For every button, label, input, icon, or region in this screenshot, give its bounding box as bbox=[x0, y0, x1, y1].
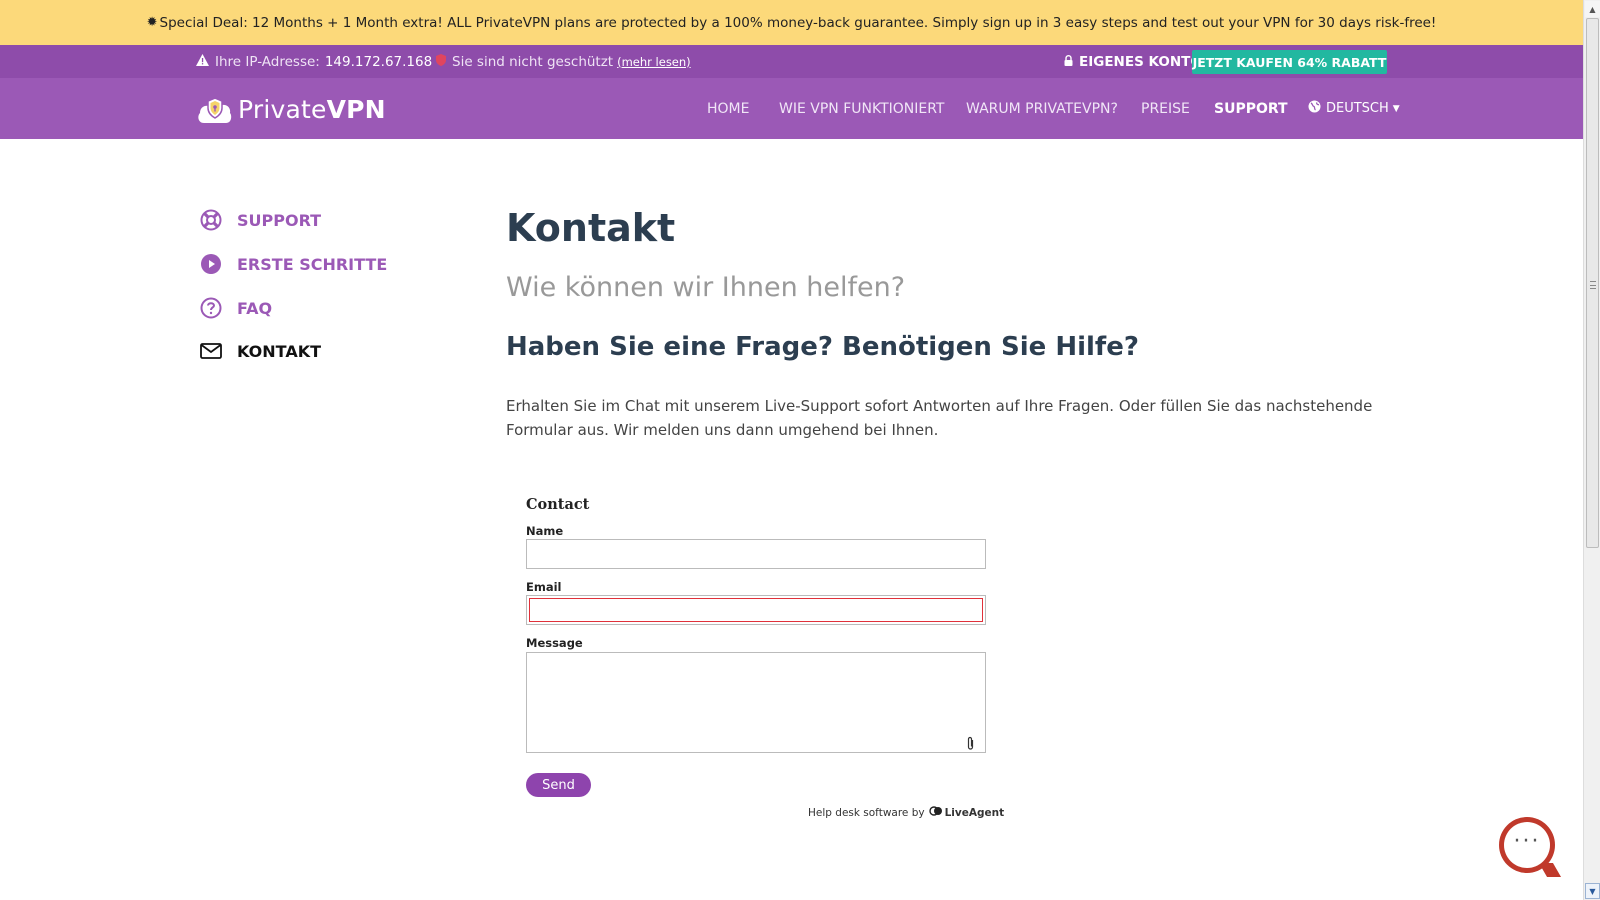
sidebar-item-erste-schritte[interactable]: ERSTE SCHRITTE bbox=[199, 251, 387, 277]
scroll-down-icon[interactable]: ▼ bbox=[1585, 883, 1600, 899]
protection-status: Sie sind nicht geschützt (mehr lesen) bbox=[436, 45, 691, 78]
brand-name-bold: VPN bbox=[326, 94, 386, 124]
vertical-scrollbar[interactable]: ▲ ▼ bbox=[1583, 0, 1600, 900]
sidebar-item-label: KONTAKT bbox=[237, 341, 322, 361]
live-chat-button[interactable]: ··· bbox=[1499, 817, 1562, 877]
ip-value: 149.172.67.168 bbox=[324, 53, 433, 70]
vpn-logo-icon bbox=[196, 93, 234, 125]
info-bar: Ihre IP-Adresse: 149.172.67.168 Sie sind… bbox=[0, 45, 1583, 78]
powered-brand: LiveAgent bbox=[944, 806, 1005, 819]
read-more-link[interactable]: (mehr lesen) bbox=[617, 55, 691, 69]
page-subtitle: Wie können wir Ihnen helfen? bbox=[506, 272, 906, 303]
warning-icon bbox=[196, 54, 209, 69]
promo-text: Special Deal: 12 Months + 1 Month extra!… bbox=[159, 14, 1437, 31]
nav-home[interactable]: HOME bbox=[707, 78, 749, 139]
form-title: Contact bbox=[526, 496, 590, 513]
chat-tail bbox=[1538, 863, 1562, 877]
sidebar-item-label: ERSTE SCHRITTE bbox=[237, 254, 388, 274]
promo-banner: ✹ Special Deal: 12 Months + 1 Month extr… bbox=[0, 0, 1583, 45]
intro-paragraph: Erhalten Sie im Chat mit unserem Live-Su… bbox=[506, 397, 1373, 439]
nav-why-privatevpn[interactable]: WARUM PRIVATEVPN? bbox=[966, 78, 1118, 139]
play-circle-icon bbox=[199, 252, 223, 276]
globe-icon bbox=[1308, 100, 1321, 117]
lifebuoy-icon bbox=[199, 208, 223, 232]
sidebar-item-label: SUPPORT bbox=[237, 210, 322, 230]
sidebar-item-support[interactable]: SUPPORT bbox=[199, 207, 321, 233]
send-button[interactable]: Send bbox=[526, 773, 591, 797]
nav-how-vpn-works[interactable]: WIE VPN FUNKTIONIERT bbox=[779, 78, 944, 139]
nav-pricing[interactable]: PREISE bbox=[1141, 78, 1190, 139]
email-error-outline bbox=[529, 598, 983, 622]
envelope-icon bbox=[199, 339, 223, 363]
ip-label: Ihre IP-Adresse: bbox=[215, 53, 320, 70]
language-label: DEUTSCH bbox=[1326, 101, 1389, 116]
liveagent-logo-icon bbox=[928, 806, 943, 819]
lock-icon bbox=[1064, 54, 1073, 69]
scroll-up-icon[interactable]: ▲ bbox=[1585, 1, 1600, 17]
message-textarea[interactable] bbox=[526, 652, 986, 753]
sidebar-item-kontakt[interactable]: KONTAKT bbox=[199, 338, 321, 364]
scrollbar-thumb[interactable] bbox=[1586, 18, 1599, 548]
language-selector[interactable]: DEUTSCH ▼ bbox=[1308, 78, 1400, 139]
star-burst-icon: ✹ bbox=[146, 15, 158, 30]
email-label: Email bbox=[526, 580, 562, 594]
powered-by[interactable]: Help desk software by LiveAgent bbox=[808, 806, 1004, 819]
ip-address-info: Ihre IP-Adresse: 149.172.67.168 bbox=[196, 45, 432, 78]
message-label: Message bbox=[526, 636, 583, 650]
caret-down-icon: ▼ bbox=[1392, 103, 1400, 114]
question-circle-icon bbox=[199, 296, 223, 320]
account-link[interactable]: EIGENES KONTO bbox=[1064, 45, 1202, 78]
powered-prefix: Help desk software by bbox=[808, 806, 925, 819]
brand-name-light: Private bbox=[238, 94, 327, 124]
buy-now-button[interactable]: JETZT KAUFEN 64% RABATT bbox=[1192, 50, 1387, 74]
name-field[interactable] bbox=[526, 539, 986, 569]
account-label: EIGENES KONTO bbox=[1079, 53, 1202, 70]
name-label: Name bbox=[526, 524, 564, 538]
email-field[interactable] bbox=[526, 595, 986, 625]
page-title: Kontakt bbox=[506, 206, 676, 250]
sidebar-item-faq[interactable]: FAQ bbox=[199, 295, 272, 321]
shield-icon bbox=[436, 54, 446, 69]
privatevpn-logo[interactable]: PrivateVPN bbox=[196, 92, 386, 126]
paperclip-icon[interactable] bbox=[966, 736, 975, 755]
section-heading: Haben Sie eine Frage? Benötigen Sie Hilf… bbox=[506, 332, 1139, 362]
nav-support[interactable]: SUPPORT bbox=[1214, 78, 1288, 139]
grip-icon bbox=[1590, 281, 1596, 289]
sidebar-item-label: FAQ bbox=[237, 298, 273, 318]
protection-text: Sie sind nicht geschützt bbox=[452, 53, 614, 70]
chat-bubble-icon: ··· bbox=[1504, 822, 1550, 868]
